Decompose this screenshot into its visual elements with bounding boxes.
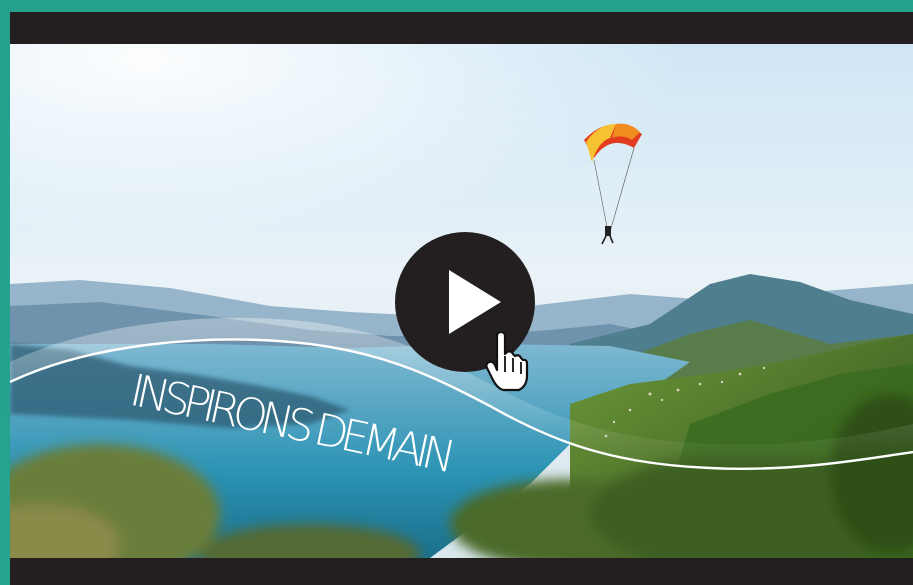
video-player[interactable]: INSPIRONS DEMAIN [10, 12, 913, 585]
player-top-bar [10, 12, 913, 44]
page-frame: INSPIRONS DEMAIN [0, 0, 913, 585]
player-bottom-bar [10, 558, 913, 585]
hand-pointer-icon [485, 330, 529, 392]
play-icon [449, 270, 501, 334]
